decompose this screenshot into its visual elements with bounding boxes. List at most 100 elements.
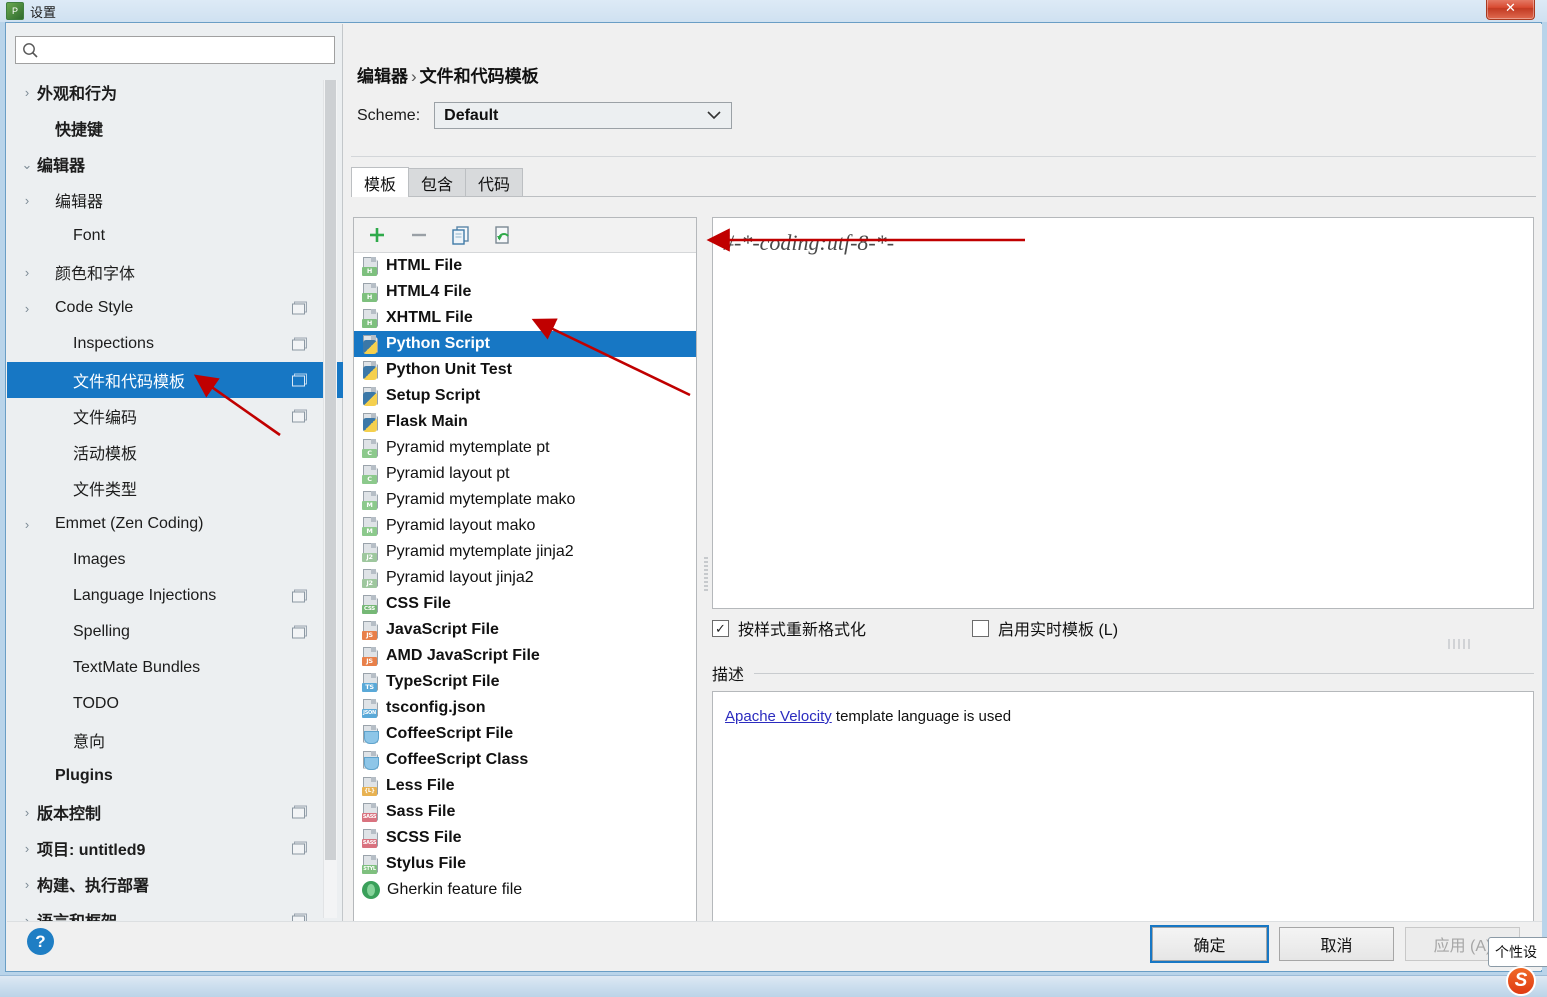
tab-1[interactable]: 包含 [408,168,467,197]
chevron-right-icon[interactable]: › [17,194,37,207]
cancel-button[interactable]: 取消 [1279,927,1394,961]
copy-icon[interactable] [448,222,474,248]
sidebar-scrollbar-thumb[interactable] [325,80,336,860]
close-icon[interactable]: ✕ [1486,0,1535,20]
template-item-7[interactable]: C Pyramid mytemplate pt [354,435,696,461]
sidebar-item-label: 文件类型 [73,482,138,499]
template-item-label: XHTML File [386,309,473,326]
template-item-label: Pyramid layout pt [386,465,510,482]
template-item-label: Setup Script [386,387,481,404]
sidebar-item-0[interactable]: › 外观和行为 [7,74,343,110]
template-editor[interactable]: #-*-coding:utf-8-*- [712,217,1534,609]
template-item-20[interactable]: {L} Less File [354,773,696,799]
chevron-right-icon[interactable]: › [17,878,37,891]
template-item-label: CSS File [386,595,451,612]
breadcrumb-parent[interactable]: 编辑器 [357,67,408,86]
template-item-12[interactable]: J2 Pyramid layout jinja2 [354,565,696,591]
template-item-3[interactable]: Python Script [354,331,696,357]
template-item-8[interactable]: C Pyramid layout pt [354,461,696,487]
template-item-21[interactable]: SASS Sass File [354,799,696,825]
apache-velocity-link[interactable]: Apache Velocity [725,708,832,725]
sidebar-item-16[interactable]: TextMate Bundles [7,650,343,686]
template-item-24[interactable]: Gherkin feature file [354,877,696,903]
live-template-checkbox[interactable]: 启用实时模板 (L) [972,616,1118,640]
template-item-4[interactable]: Python Unit Test [354,357,696,383]
template-item-22[interactable]: SASS SCSS File [354,825,696,851]
template-item-0[interactable]: H HTML File [354,253,696,279]
chevron-right-icon[interactable]: › [17,86,37,99]
template-list[interactable]: H HTML File H HTML4 File H XHTML File Python S… [354,253,696,930]
template-item-15[interactable]: JS AMD JavaScript File [354,643,696,669]
sidebar-item-14[interactable]: Language Injections [7,578,343,614]
sidebar-item-18[interactable]: 意向 [7,722,343,758]
sogou-ime-icon[interactable]: S [1506,966,1536,996]
sidebar-item-7[interactable]: Inspections [7,326,343,362]
template-item-16[interactable]: TS TypeScript File [354,669,696,695]
breadcrumb-separator: › [411,67,417,86]
search-box[interactable] [15,36,335,64]
sidebar-item-3[interactable]: › 编辑器 [7,182,343,218]
splitter-grip[interactable] [704,557,708,591]
add-icon[interactable] [364,222,390,248]
chevron-right-icon[interactable]: › [17,806,37,819]
template-item-9[interactable]: M Pyramid mytemplate mako [354,487,696,513]
chevron-right-icon[interactable]: › [17,302,37,315]
sidebar-item-1[interactable]: 快捷键 [7,110,343,146]
template-item-18[interactable]: CoffeeScript File [354,721,696,747]
settings-tree[interactable]: › 外观和行为 快捷键 ⌄ 编辑器 › 编辑器 Font › 颜色和字体 › Code Style In… [7,74,343,926]
help-icon[interactable]: ? [27,928,54,955]
sidebar-item-19[interactable]: Plugins [7,758,343,794]
chevron-down-icon [706,109,731,123]
sidebar-item-label: 版本控制 [37,806,102,823]
chevron-right-icon[interactable]: › [17,266,37,279]
remove-icon[interactable] [406,222,432,248]
sidebar-item-11[interactable]: 文件类型 [7,470,343,506]
template-item-13[interactable]: CSS CSS File [354,591,696,617]
chevron-right-icon[interactable]: › [17,842,37,855]
sidebar-item-10[interactable]: 活动模板 [7,434,343,470]
sidebar-item-15[interactable]: Spelling [7,614,343,650]
search-input[interactable] [39,37,334,63]
template-item-1[interactable]: H HTML4 File [354,279,696,305]
template-item-23[interactable]: STYL Stylus File [354,851,696,877]
template-item-10[interactable]: M Pyramid layout mako [354,513,696,539]
sidebar-item-5[interactable]: › 颜色和字体 [7,254,343,290]
template-item-5[interactable]: Setup Script [354,383,696,409]
template-item-label: Pyramid layout mako [386,517,536,534]
ok-button[interactable]: 确定 [1150,925,1269,963]
panel-splitter[interactable] [700,217,712,932]
tab-2[interactable]: 代码 [465,168,524,197]
sidebar-item-4[interactable]: Font [7,218,343,254]
sidebar-item-8[interactable]: 文件和代码模板 [7,362,343,398]
checkbox-box-live-template[interactable] [972,619,990,637]
sidebar-item-label: TODO [73,695,119,712]
sidebar-item-13[interactable]: Images [7,542,343,578]
template-item-11[interactable]: J2 Pyramid mytemplate jinja2 [354,539,696,565]
sidebar-item-17[interactable]: TODO [7,686,343,722]
reformat-checkbox[interactable]: ✓ 按样式重新格式化 [712,616,866,640]
sidebar-item-22[interactable]: › 构建、执行部署 [7,866,343,902]
sidebar-item-12[interactable]: › Emmet (Zen Coding) [7,506,343,542]
sidebar-item-2[interactable]: ⌄ 编辑器 [7,146,343,182]
sidebar-scrollbar[interactable] [323,80,337,918]
tab-0[interactable]: 模板 [351,167,410,197]
chevron-right-icon[interactable]: › [17,518,37,531]
copy-settings-icon [292,589,307,603]
checkbox-box-reformat[interactable]: ✓ [712,619,729,637]
template-item-2[interactable]: H XHTML File [354,305,696,331]
mako-file-icon: M [362,516,379,536]
scheme-dropdown[interactable]: Default [434,102,733,129]
editor-resize-grip[interactable] [1448,639,1470,649]
sidebar-item-20[interactable]: › 版本控制 [7,794,343,830]
template-item-6[interactable]: Flask Main [354,409,696,435]
template-item-17[interactable]: JSON tsconfig.json [354,695,696,721]
template-item-14[interactable]: JS JavaScript File [354,617,696,643]
sidebar-item-6[interactable]: › Code Style [7,290,343,326]
sidebar-item-9[interactable]: 文件编码 [7,398,343,434]
chevron-down-icon[interactable]: ⌄ [17,158,37,171]
reset-icon[interactable] [490,222,516,248]
template-item-19[interactable]: CoffeeScript Class [354,747,696,773]
sidebar-item-21[interactable]: › 项目: untitled9 [7,830,343,866]
copy-settings-icon [292,409,307,423]
tab-bar[interactable]: 模板 包含 代码 [351,167,524,197]
